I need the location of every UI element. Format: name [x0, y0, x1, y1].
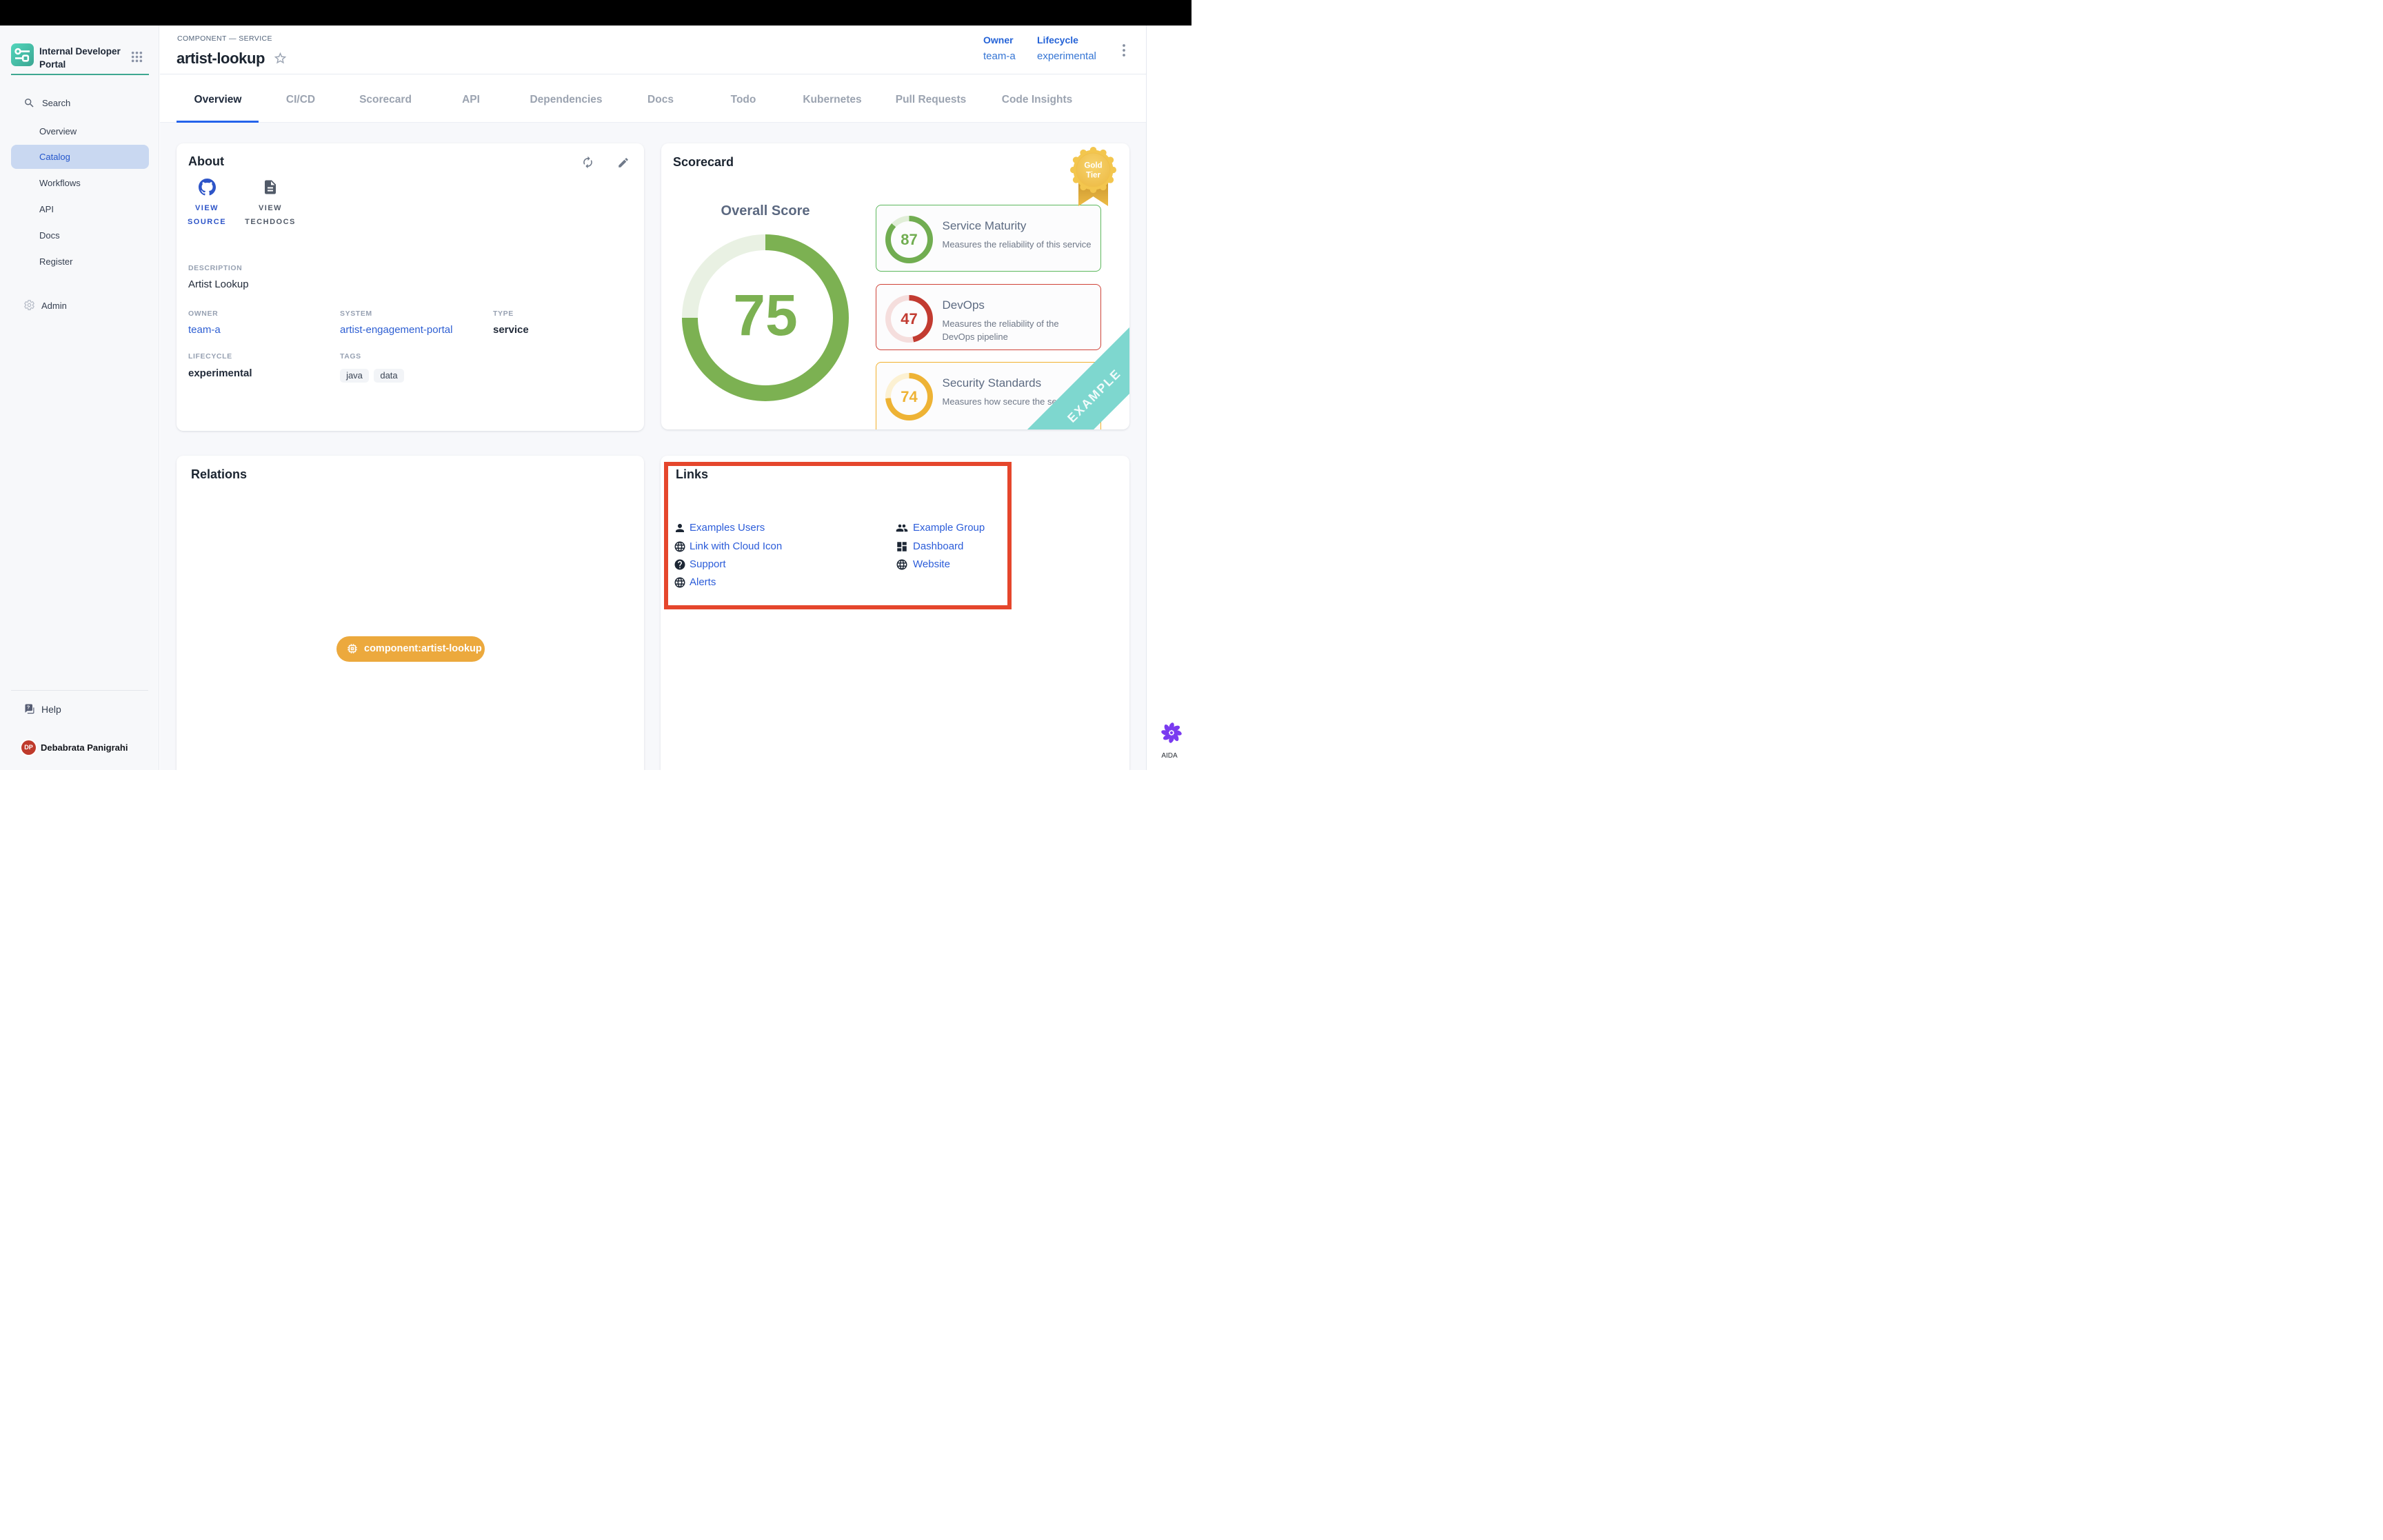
svg-text:?: ? [27, 705, 30, 711]
svg-text:Gold: Gold [1084, 162, 1102, 170]
svg-text:Tier: Tier [1086, 172, 1100, 180]
